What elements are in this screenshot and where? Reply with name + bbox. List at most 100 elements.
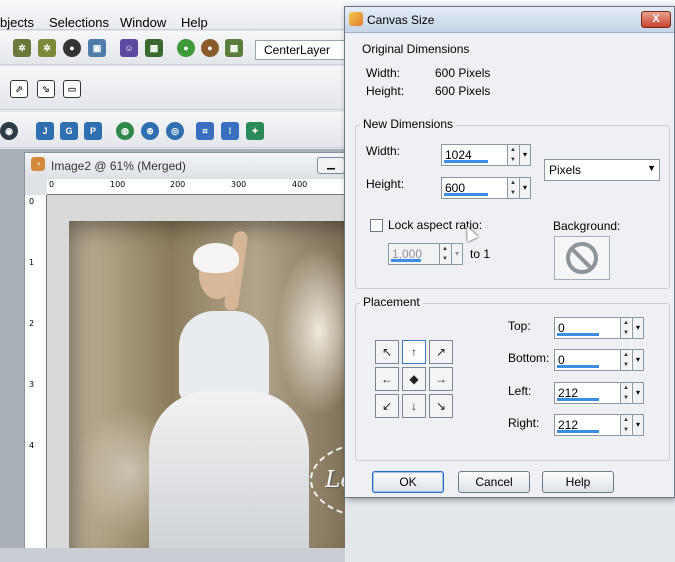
bottom-spinner[interactable]: ▲ ▼ (620, 350, 631, 370)
ruler-v-tick: 3 (29, 380, 35, 389)
shrink-icon[interactable]: ⬂ (37, 80, 55, 98)
jpeg-icon[interactable]: J (36, 122, 54, 140)
crop-icon[interactable]: ⌗ (196, 122, 214, 140)
menu-help[interactable]: Help (181, 15, 208, 31)
minimize-button[interactable]: ▁ (317, 157, 345, 174)
placement-group: Placement ↖ ↑ ↗ ← ◆ → ↙ ↓ ↘ Top: 0 ▲ ▼ ▾ … (355, 295, 670, 461)
new-height-spinner[interactable]: ▲ ▼ (507, 178, 518, 198)
aspect-ratio-suffix: to 1 (470, 247, 491, 261)
ruler-h-tick: 200 (170, 180, 186, 189)
dress-bodice (179, 311, 269, 401)
lock-aspect-checkbox[interactable] (370, 219, 383, 232)
top-slider[interactable] (557, 333, 599, 336)
image-window-titlebar[interactable]: ◔ Image2 @ 61% (Merged) ▁ (25, 153, 345, 179)
toolbar-bottom: ◉ J G P ◍ ⊕ ◎ ⌗ ⁞ ✦ (0, 112, 345, 148)
new-width-field[interactable]: 1024 ▲ ▼ ▾ (441, 144, 531, 166)
layer-green-icon[interactable]: ● (177, 39, 195, 57)
aspect-ratio-field[interactable]: 1,000 ▲ ▼ ▾ (388, 243, 463, 265)
layer-combo[interactable]: CenterLayer (255, 40, 345, 60)
units-select[interactable]: Pixels ▼ (544, 159, 660, 181)
right-label: Right: (508, 416, 540, 430)
new-width-dropdown[interactable]: ▾ (519, 145, 530, 165)
grid-icon[interactable]: ⁞ (221, 122, 239, 140)
left-field[interactable]: 212 ▲ ▼ ▾ (554, 382, 644, 404)
anchor-bottom-right[interactable]: ↘ (429, 394, 453, 418)
anchor-middle-right[interactable]: → (429, 367, 453, 391)
circle-icon[interactable]: ◎ (166, 122, 184, 140)
layer-image-icon[interactable]: ▦ (225, 39, 243, 57)
left-slider[interactable] (557, 398, 599, 401)
expand-icon[interactable]: ⬀ (10, 80, 28, 98)
top-field[interactable]: 0 ▲ ▼ ▾ (554, 317, 644, 339)
bottom-dropdown[interactable]: ▾ (632, 350, 643, 370)
ruler-h-tick: 400 (292, 180, 308, 189)
original-height-label: Height: (366, 84, 405, 98)
layer-brown-icon[interactable]: ● (201, 39, 219, 57)
left-spinner[interactable]: ▲ ▼ (620, 383, 631, 403)
left-dropdown[interactable]: ▾ (632, 383, 643, 403)
original-height-value: 600 Pixels (435, 84, 491, 98)
right-spinner[interactable]: ▲ ▼ (620, 415, 631, 435)
window-icon[interactable]: ▭ (63, 80, 81, 98)
cube-icon[interactable]: ▣ (88, 39, 106, 57)
anchor-bottom-left[interactable]: ↙ (375, 394, 399, 418)
bride-photo (69, 221, 345, 562)
gif-icon[interactable]: G (60, 122, 78, 140)
cancel-button[interactable]: Cancel (458, 471, 530, 493)
vertical-ruler: 0 1 2 3 4 (25, 195, 47, 562)
original-width-label: Width: (366, 66, 401, 80)
background-color-swatch[interactable] (554, 236, 610, 280)
right-dropdown[interactable]: ▾ (632, 415, 643, 435)
image-icon[interactable]: ▦ (145, 39, 163, 57)
image-window[interactable]: ◔ Image2 @ 61% (Merged) ▁ 0 100 200 300 … (24, 152, 345, 562)
new-width-slider[interactable] (444, 160, 488, 163)
selection-tool-icon[interactable]: ✲ (13, 39, 31, 57)
new-height-label: Height: (366, 177, 405, 191)
right-field[interactable]: 212 ▲ ▼ ▾ (554, 414, 644, 436)
menu-objects[interactable]: bjects (0, 15, 34, 31)
original-dimensions-group: Original Dimensions Width: 600 Pixels He… (355, 42, 670, 110)
right-slider[interactable] (557, 430, 599, 433)
eye-icon[interactable]: ● (63, 39, 81, 57)
anchor-bottom-center[interactable]: ↓ (402, 394, 426, 418)
new-height-slider[interactable] (444, 193, 488, 196)
close-button[interactable]: X (641, 11, 671, 28)
dress-skirt (149, 391, 309, 562)
new-width-spinner[interactable]: ▲ ▼ (507, 145, 518, 165)
menu-selections[interactable]: Selections (49, 15, 109, 31)
horizontal-ruler: 0 100 200 300 400 (47, 179, 345, 195)
aspect-ratio-dropdown[interactable]: ▾ (451, 244, 462, 264)
no-color-icon (566, 242, 598, 274)
bottom-field[interactable]: 0 ▲ ▼ ▾ (554, 349, 644, 371)
globe-icon[interactable]: ◍ (116, 122, 134, 140)
camera-icon[interactable]: ◉ (0, 122, 18, 140)
anchor-middle-left[interactable]: ← (375, 367, 399, 391)
bride-veil (193, 243, 239, 273)
png-icon[interactable]: P (84, 122, 102, 140)
new-height-field[interactable]: 600 ▲ ▼ ▾ (441, 177, 531, 199)
anchor-top-right[interactable]: ↗ (429, 340, 453, 364)
anchor-center[interactable]: ◆ (402, 367, 426, 391)
ruler-v-tick: 2 (29, 319, 35, 328)
original-width-value: 600 Pixels (435, 66, 491, 80)
canvas[interactable]: LeilaMel (47, 195, 345, 562)
target-icon[interactable]: ⊕ (141, 122, 159, 140)
aspect-ratio-spinner[interactable]: ▲ ▼ (439, 244, 450, 264)
help-button[interactable]: Help (542, 471, 614, 493)
top-dropdown[interactable]: ▾ (632, 318, 643, 338)
anchor-top-center[interactable]: ↑ (402, 340, 426, 364)
new-dimensions-label: New Dimensions (360, 117, 457, 131)
new-dimensions-group: New Dimensions Width: 1024 ▲ ▼ ▾ Height: … (355, 117, 670, 289)
color-icon[interactable]: ✦ (246, 122, 264, 140)
anchor-top-left[interactable]: ↖ (375, 340, 399, 364)
menu-window[interactable]: Window (120, 15, 166, 31)
person-icon[interactable]: ☺ (120, 39, 138, 57)
magic-tool-icon[interactable]: ✲ (38, 39, 56, 57)
bottom-slider[interactable] (557, 365, 599, 368)
left-label: Left: (508, 384, 532, 398)
dialog-titlebar[interactable]: Canvas Size X (345, 7, 674, 33)
ok-button[interactable]: OK (372, 471, 444, 493)
new-height-dropdown[interactable]: ▾ (519, 178, 530, 198)
aspect-ratio-slider[interactable] (391, 259, 421, 262)
top-spinner[interactable]: ▲ ▼ (620, 318, 631, 338)
